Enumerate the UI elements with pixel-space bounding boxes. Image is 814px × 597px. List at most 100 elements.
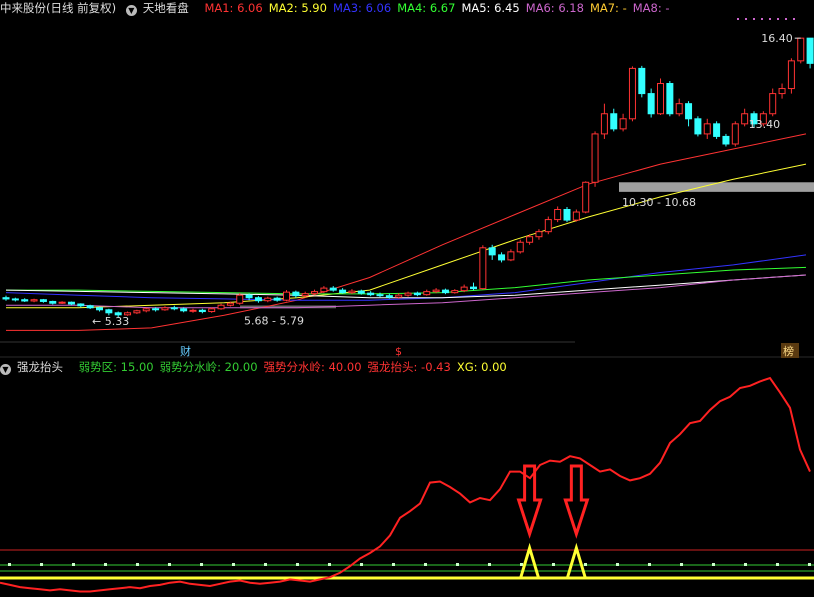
level-dot: [168, 563, 171, 566]
candle-down: [666, 83, 674, 115]
level-dot: [520, 563, 523, 566]
strong-dragon-line: [0, 376, 811, 593]
candle-up: [657, 83, 664, 115]
level-dot: [424, 563, 427, 566]
candle-up: [395, 294, 403, 298]
candle-up: [516, 241, 524, 253]
candle-up: [797, 37, 805, 62]
candle-down: [498, 254, 506, 261]
candle-down: [198, 309, 206, 313]
candle-down: [86, 305, 94, 309]
candle-up: [189, 309, 197, 312]
candle-up: [58, 301, 66, 304]
candle-down: [713, 123, 721, 137]
low-price-label: ← 5.33: [92, 315, 129, 328]
candle-up: [142, 308, 150, 312]
candle-up: [544, 219, 552, 233]
candle-up: [600, 113, 608, 135]
candle-down: [638, 67, 646, 95]
candle-down: [39, 299, 47, 302]
candle-up: [619, 118, 627, 130]
level-dot: [136, 563, 139, 566]
candle-up: [554, 208, 562, 221]
candle-up: [226, 302, 234, 306]
candle-up: [769, 93, 777, 115]
xg-signal-spike: [519, 542, 541, 579]
level-dot: [616, 563, 619, 566]
candle-up: [479, 247, 487, 290]
candle-up: [591, 133, 599, 183]
candle-down: [96, 307, 103, 311]
signal-arrow-icon: [563, 464, 590, 539]
candle-up: [311, 291, 319, 295]
candle-down: [180, 308, 188, 312]
candle-up: [460, 286, 468, 292]
high-price-label: 16.40: [761, 32, 793, 45]
candle-down: [806, 37, 814, 64]
finance-marker: 财: [180, 344, 191, 358]
dividend-marker: $: [395, 345, 402, 358]
recent-low-label: 13.40: [749, 118, 781, 131]
candle-down: [49, 300, 57, 304]
candle-down: [357, 290, 365, 294]
candle-down: [647, 93, 655, 115]
dot-marker: [769, 18, 771, 20]
candle-up: [423, 291, 431, 296]
candle-up: [675, 103, 683, 115]
candle-down: [170, 307, 178, 310]
level-dot: [456, 563, 459, 566]
candle-down: [722, 135, 730, 145]
candle-down: [11, 298, 19, 301]
level-dot: [232, 563, 235, 566]
candle-up: [432, 289, 440, 293]
level-dot: [648, 563, 651, 566]
candle-up: [628, 67, 636, 120]
level-dot: [200, 563, 203, 566]
level-dot: [360, 563, 363, 566]
candle-down: [67, 301, 75, 305]
candle-down: [470, 286, 477, 290]
candle-up: [348, 290, 356, 294]
candle-up: [208, 308, 216, 313]
candle-down: [413, 292, 421, 296]
candle-up: [161, 307, 169, 311]
level-dot: [488, 563, 491, 566]
candle-down: [488, 247, 496, 256]
zone-low-label: 5.68 - 5.79: [244, 314, 304, 327]
candle-down: [292, 291, 300, 297]
candle-up: [703, 123, 711, 135]
level-dot: [72, 563, 75, 566]
candle-up: [283, 291, 290, 301]
candle-down: [339, 289, 347, 294]
stock-chart[interactable]: 16.40 13.40 ← 5.33 10.30 - 10.68 5.68 - 5.79…: [0, 0, 814, 597]
level-dot: [392, 563, 395, 566]
candle-up: [236, 294, 244, 304]
candle-up: [217, 304, 225, 310]
signal-arrow-icon: [516, 464, 543, 539]
zone-high-label: 10.30 - 10.68: [622, 196, 696, 209]
candle-up: [133, 310, 141, 314]
level-dot: [8, 563, 11, 566]
candle-up: [778, 88, 786, 95]
ma-line-ma4: [6, 266, 807, 295]
dot-marker: [777, 18, 779, 20]
level-dot: [104, 563, 107, 566]
level-dot: [264, 563, 267, 566]
candle-down: [385, 295, 393, 298]
candle-up: [526, 236, 534, 243]
candle-down: [245, 294, 253, 299]
level-dot: [584, 563, 587, 566]
dot-marker: [793, 18, 795, 20]
candle-down: [2, 297, 10, 300]
candle-down: [610, 113, 618, 130]
candle-down: [441, 289, 449, 294]
candle-down: [105, 309, 113, 314]
dot-marker: [737, 18, 739, 20]
ma-line-ma1: [6, 133, 807, 331]
candle-up: [507, 251, 515, 261]
level-dot: [328, 563, 331, 566]
list-marker: 榜: [783, 344, 794, 358]
candle-down: [77, 303, 85, 307]
level-dot: [296, 563, 299, 566]
candle-up: [320, 287, 328, 293]
